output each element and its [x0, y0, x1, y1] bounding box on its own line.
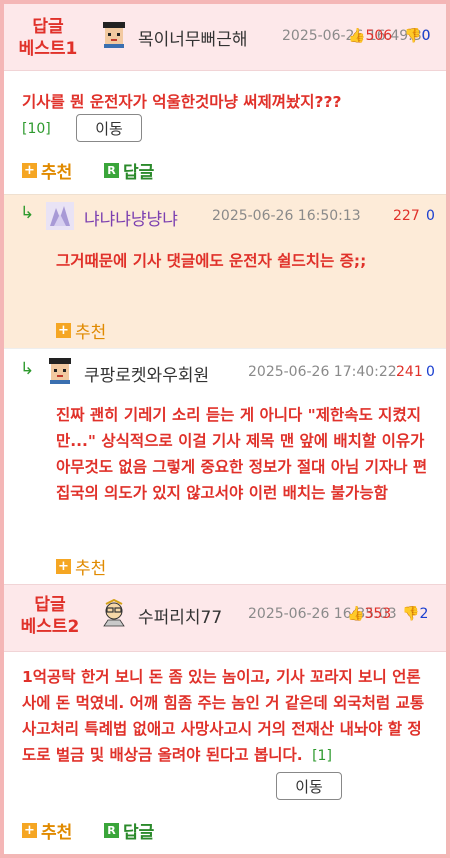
best2-downvote[interactable]: 👎2 [402, 606, 428, 622]
reply-icon: R [104, 163, 119, 178]
best2-badge-line1: 답글 [34, 595, 66, 615]
best1-reply-button[interactable]: R 답글 [104, 158, 154, 183]
best2-reply-count[interactable]: [1] [312, 748, 332, 764]
plus-icon: + [56, 323, 71, 338]
best1-badge: 답글 베스트1 [16, 16, 80, 60]
best2-upvote[interactable]: 👍353 [347, 606, 391, 622]
best2-recommend-button[interactable]: + 추천 [22, 818, 72, 843]
avatar-icon[interactable] [46, 356, 74, 384]
reply1-nickname[interactable]: 냐냐냐냥냥냐 [84, 205, 178, 230]
reply2-downvote[interactable]: 0 [426, 364, 435, 380]
thumb-down-icon: 👎 [402, 606, 420, 622]
reply1-upvote[interactable]: 227 [393, 208, 420, 224]
best2-badge-line2: 베스트2 [20, 617, 80, 637]
reply2-date: 2025-06-26 17:40:22 [248, 364, 397, 380]
best1-badge-line2: 베스트1 [18, 39, 78, 59]
best1-move-button[interactable]: 이동 [76, 114, 142, 142]
reply-arrow-icon: ↳ [20, 359, 35, 379]
plus-icon: + [56, 559, 71, 574]
best1-text: 기사를 뭔 운전자가 억울한것마냥 써제껴놨지??? [22, 93, 342, 111]
reply2-upvote[interactable]: 241 [396, 364, 423, 380]
reply1-downvote[interactable]: 0 [426, 208, 435, 224]
best1-reply-count[interactable]: [10] [22, 121, 51, 137]
best1-upvote[interactable]: 👍506 [348, 28, 392, 44]
reply-arrow-icon: ↳ [20, 203, 35, 223]
avatar-icon[interactable] [46, 202, 74, 230]
best2-badge: 답글 베스트2 [18, 594, 82, 638]
best2-text: 1억공탁 한거 보니 돈 좀 있는 놈이고, 기사 꼬라지 보니 언론사에 돈 … [22, 668, 425, 764]
best1-downvote[interactable]: 👎0 [404, 28, 430, 44]
plus-icon: + [22, 823, 37, 838]
reply1-recommend-button[interactable]: + 추천 [56, 318, 106, 343]
best2-reply-button[interactable]: R 답글 [104, 818, 154, 843]
reply2-nickname[interactable]: 쿠팡로켓와우회원 [84, 361, 209, 386]
reply1-text: 그거때문에 기사 댓글에도 운전자 쉴드치는 증;; [56, 252, 367, 270]
reply2-recommend-button[interactable]: + 추천 [56, 554, 106, 579]
plus-icon: + [22, 163, 37, 178]
best1-nickname[interactable]: 목이너무뻐근해 [138, 25, 247, 50]
thumb-up-icon: 👍 [348, 28, 366, 44]
reply1-date: 2025-06-26 16:50:13 [212, 208, 361, 224]
comment-panel: 답글 베스트1 목이너무뻐근해 2025-06-26 16:49:30 👍506… [4, 4, 446, 854]
best2-nickname[interactable]: 수퍼리치77 [138, 603, 222, 628]
best1-recommend-button[interactable]: + 추천 [22, 158, 72, 183]
best1-badge-line1: 답글 [32, 17, 64, 37]
reply2-text: 진짜 괜히 기레기 소리 듣는 게 아니다 "제한속도 지켰지만..." 상식적… [56, 406, 428, 502]
thumb-up-icon: 👍 [347, 606, 365, 622]
reply-icon: R [104, 823, 119, 838]
avatar-icon[interactable] [100, 20, 128, 48]
best2-move-button[interactable]: 이동 [276, 772, 342, 800]
avatar-icon[interactable] [100, 599, 128, 627]
thumb-down-icon: 👎 [404, 28, 422, 44]
